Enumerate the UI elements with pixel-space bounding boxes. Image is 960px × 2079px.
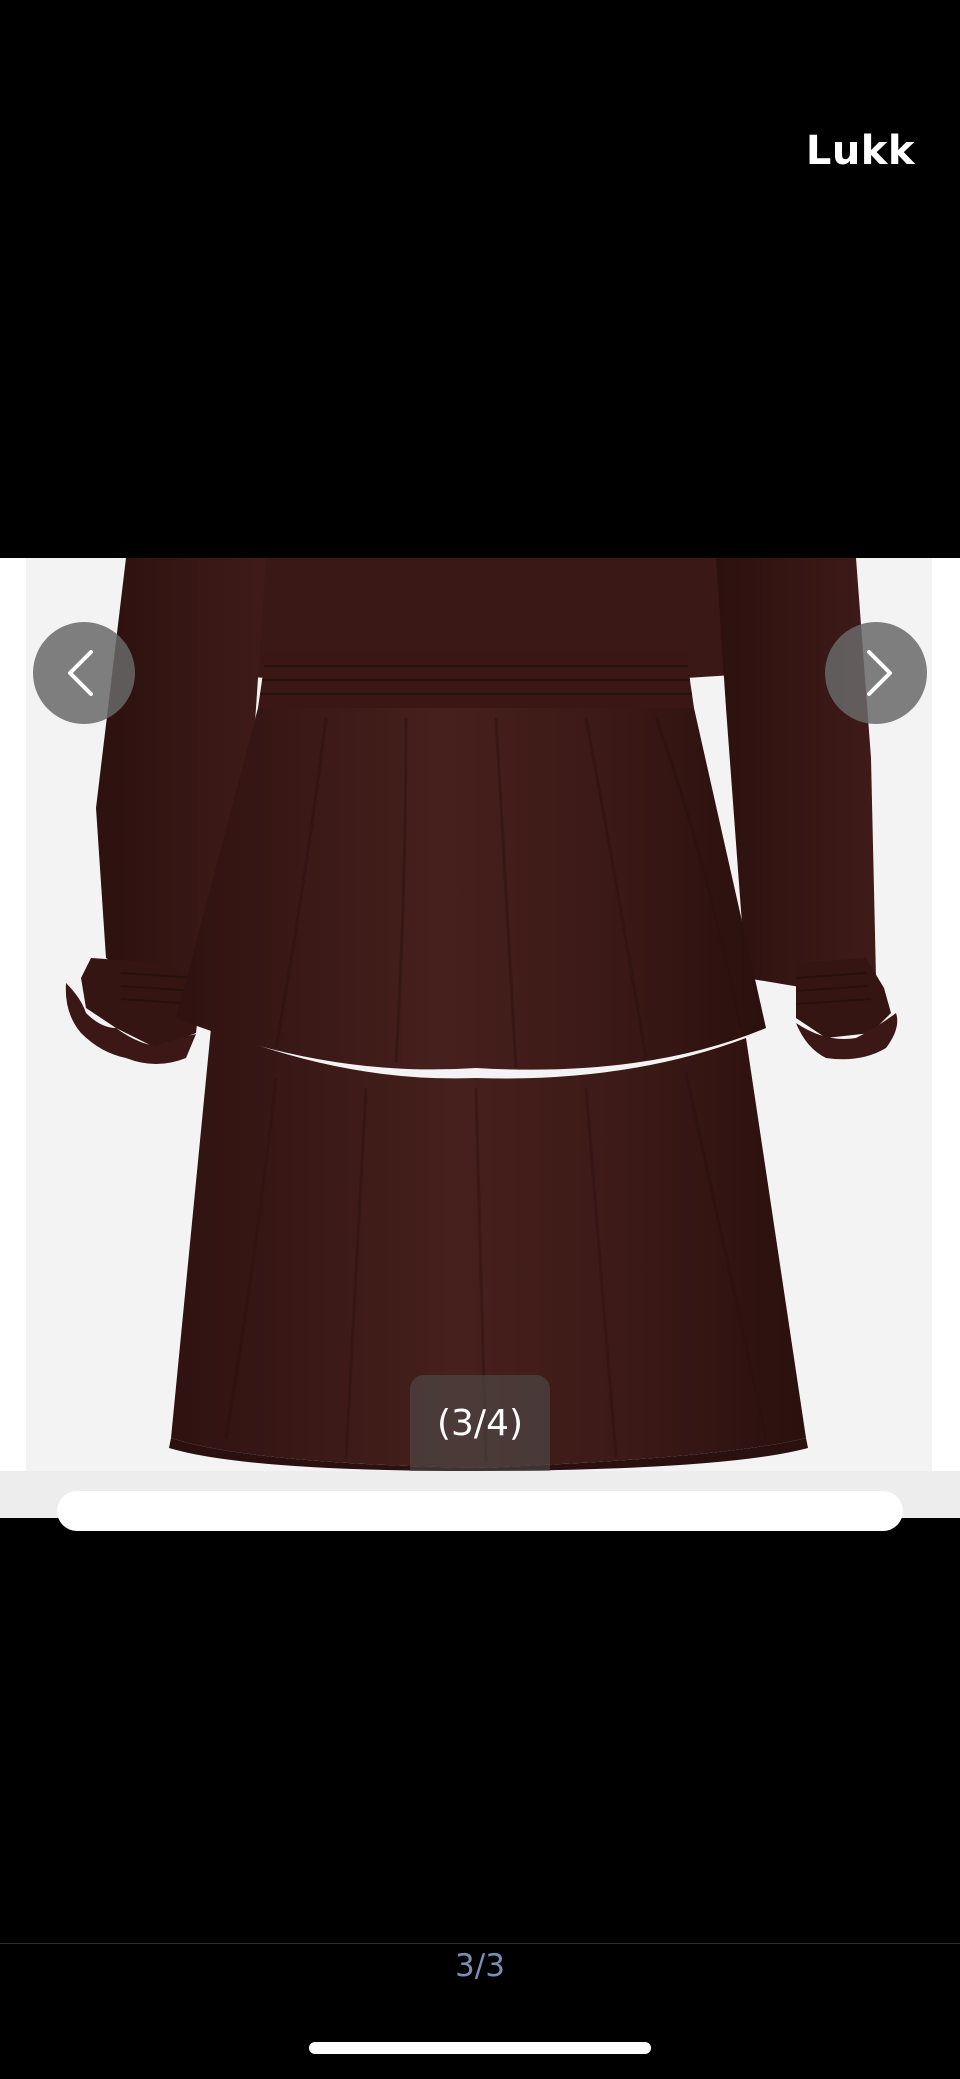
close-button[interactable]: Lukk	[806, 128, 915, 174]
details-card[interactable]	[57, 1491, 903, 1531]
dress-illustration	[65, 558, 898, 1471]
home-indicator[interactable]	[309, 2042, 651, 2054]
image-carousel[interactable]: (3/4)	[0, 558, 960, 1471]
bottom-divider	[0, 1943, 960, 1944]
details-sheet-edge	[0, 1471, 960, 1531]
image-counter: (3/4)	[410, 1375, 550, 1471]
previous-image-button[interactable]	[33, 622, 135, 724]
image-viewer-screen: Lukk (3/4) 3/3	[0, 0, 960, 2079]
product-photo	[26, 558, 932, 1471]
next-image-button[interactable]	[825, 622, 927, 724]
chevron-left-icon	[68, 650, 93, 696]
page-indicator: 3/3	[455, 1948, 505, 1984]
chevron-right-icon	[867, 650, 892, 696]
